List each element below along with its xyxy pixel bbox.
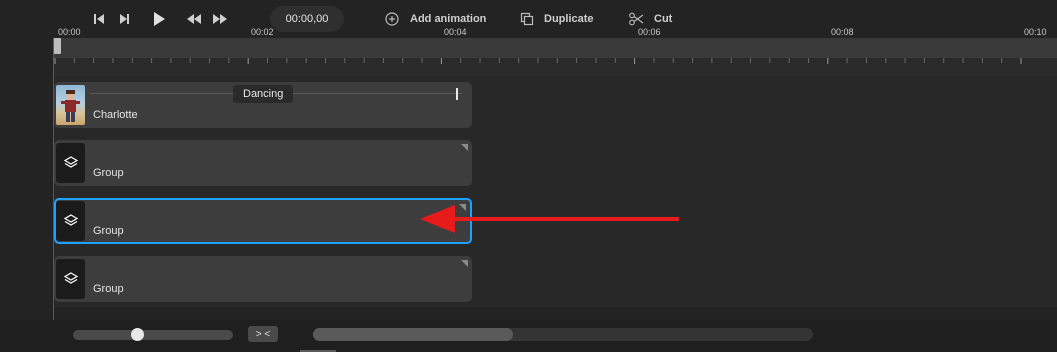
play-icon[interactable] (150, 10, 168, 28)
layers-icon (56, 143, 85, 183)
group-clip[interactable]: Group (54, 256, 472, 302)
timeline-toolbar: 00:00,00 Add animation Duplicate Cut (0, 0, 1057, 38)
track-row: Group (54, 192, 1057, 251)
tick-strip (54, 58, 1057, 76)
step-forward-icon[interactable] (116, 11, 132, 27)
resize-corner-icon[interactable] (459, 204, 466, 211)
horizontal-scrollbar-thumb[interactable] (313, 328, 513, 341)
duplicate-icon[interactable] (519, 11, 535, 27)
fast-forward-icon[interactable] (212, 11, 228, 27)
animation-tag[interactable]: Dancing (233, 85, 294, 103)
cut-button[interactable]: Cut (654, 10, 672, 28)
duplicate-button[interactable]: Duplicate (544, 10, 594, 28)
track-row: Dancing Charlotte (54, 76, 1057, 135)
scrub-bar[interactable] (54, 38, 1057, 58)
zoom-slider-track[interactable] (73, 330, 233, 340)
layers-icon (56, 259, 85, 299)
fit-to-view-button[interactable]: > < (248, 326, 278, 342)
time-ruler[interactable] (54, 38, 1057, 76)
timeline-start-line (53, 38, 54, 320)
group-clip-selected[interactable]: Group (54, 198, 472, 244)
left-gutter (0, 0, 54, 320)
track-row: Group (54, 250, 1057, 309)
tick-marks (54, 58, 1022, 64)
skip-to-start-icon[interactable] (91, 11, 107, 27)
clip-label: Group (93, 283, 124, 295)
tick-label: 00:04 (444, 27, 467, 37)
clip-label: Group (93, 167, 124, 179)
group-clip[interactable]: Group (54, 140, 472, 186)
animation-end-marker[interactable] (456, 88, 458, 100)
character-thumbnail (56, 85, 85, 125)
tick-label: 00:10 (1024, 27, 1047, 37)
rewind-icon[interactable] (186, 11, 202, 27)
tick-label: 00:02 (251, 27, 274, 37)
layers-icon (56, 201, 85, 241)
tick-label: 00:08 (831, 27, 854, 37)
clip-label: Charlotte (93, 109, 138, 121)
resize-corner-icon[interactable] (461, 260, 468, 267)
track-row: Group (54, 134, 1057, 193)
character-clip[interactable]: Dancing Charlotte (54, 82, 472, 128)
add-circle-icon[interactable] (384, 11, 400, 27)
tick-label: 00:00 (58, 27, 81, 37)
resize-corner-icon[interactable] (461, 144, 468, 151)
tick-label: 00:06 (638, 27, 661, 37)
zoom-slider-knob[interactable] (131, 328, 144, 341)
add-animation-button[interactable]: Add animation (410, 10, 486, 28)
clip-label: Group (93, 225, 124, 237)
time-display[interactable]: 00:00,00 (270, 6, 344, 32)
playhead-handle[interactable] (53, 38, 61, 54)
scissors-icon[interactable] (628, 11, 644, 27)
